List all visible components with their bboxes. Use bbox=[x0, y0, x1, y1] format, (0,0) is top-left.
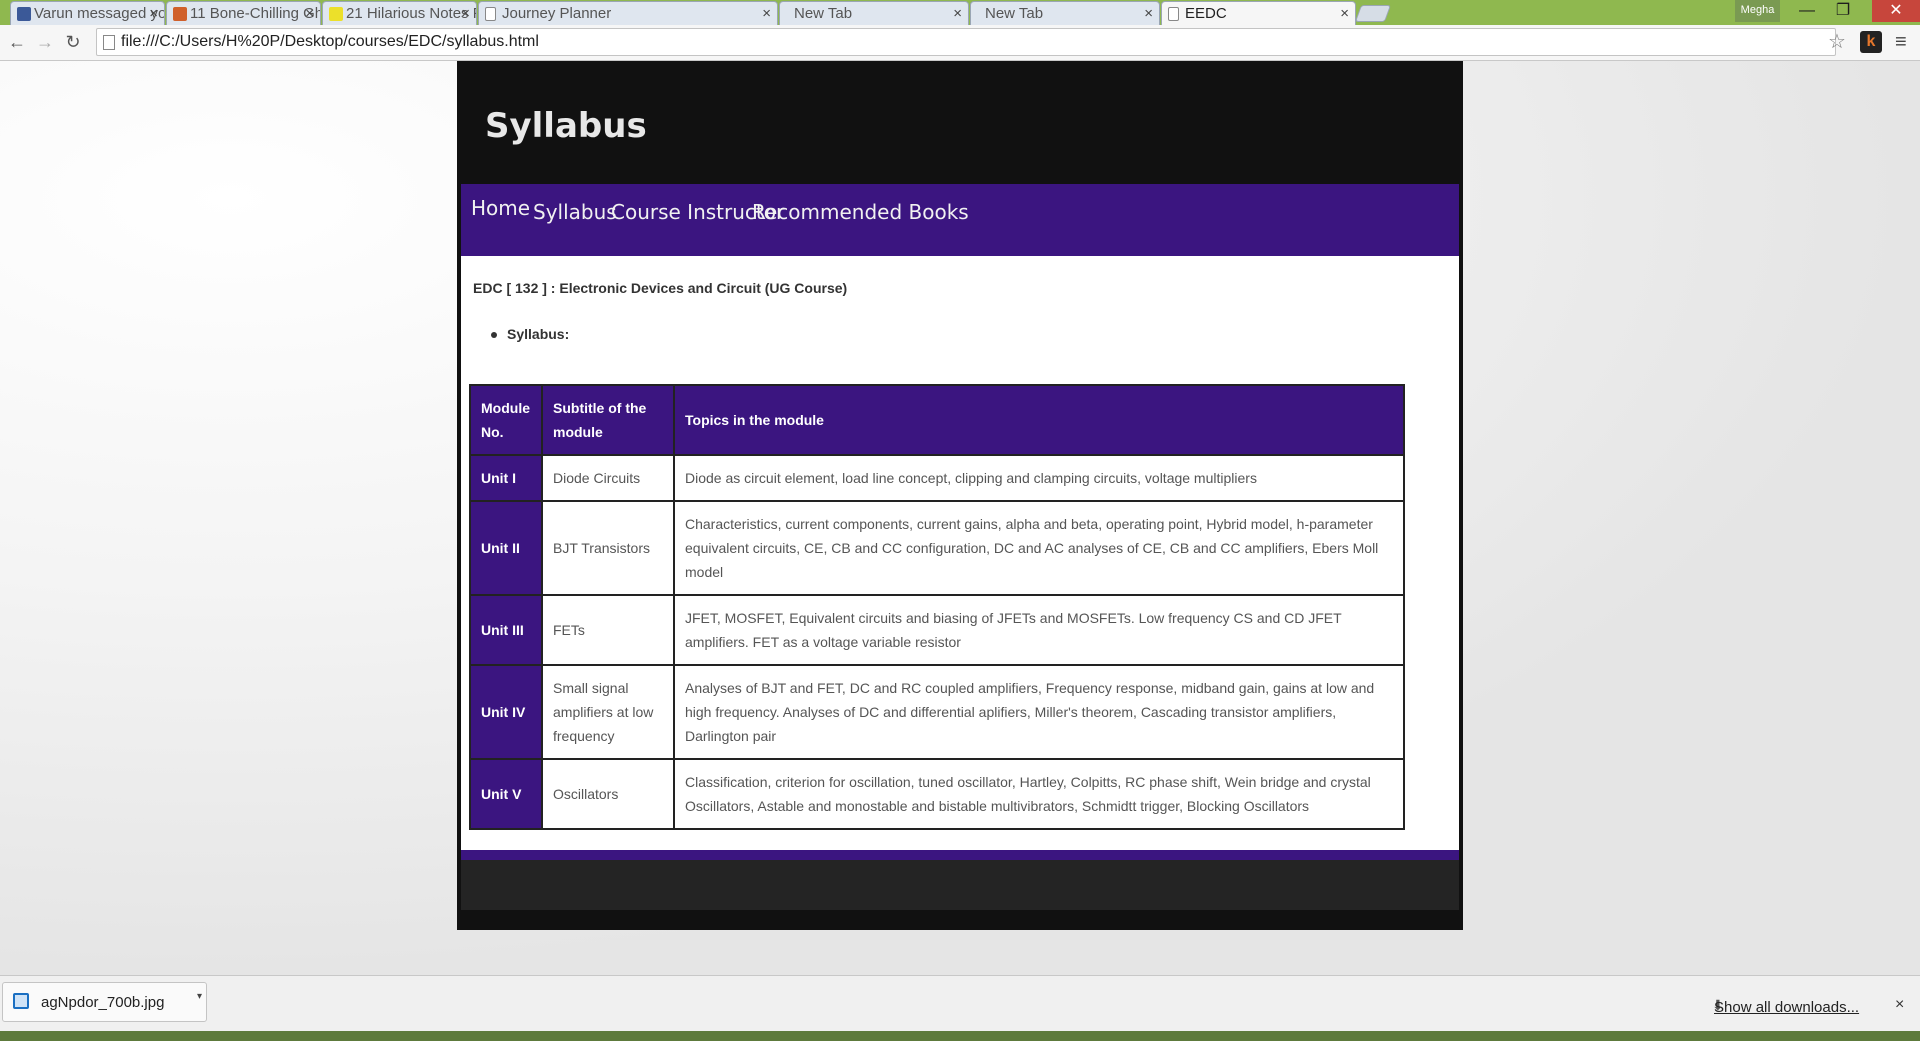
subtitle-cell: Small signal amplifiers at low frequency bbox=[541, 664, 675, 760]
list-item-label: Syllabus: bbox=[507, 326, 570, 342]
content-bottom-bar bbox=[461, 850, 1459, 860]
forward-arrow-icon[interactable]: → bbox=[34, 31, 56, 53]
tab-title: Varun messaged you bbox=[34, 5, 165, 22]
profile-badge[interactable]: Megha bbox=[1735, 0, 1780, 22]
tab-title: 11 Bone-Chilling Gho bbox=[190, 5, 321, 22]
topics-cell: Analyses of BJT and FET, DC and RC coupl… bbox=[673, 664, 1405, 760]
subtitle-cell: Oscillators bbox=[541, 758, 675, 830]
tab-title: 21 Hilarious Notes Fr bbox=[346, 5, 477, 22]
column-header: Topics in the module bbox=[673, 384, 1405, 456]
table-row: Unit II BJT Transistors Characteristics,… bbox=[469, 500, 1405, 596]
minimize-icon[interactable]: — bbox=[1790, 0, 1824, 22]
close-tab-icon[interactable]: × bbox=[1340, 5, 1349, 22]
module-no-cell: Unit I bbox=[469, 454, 543, 502]
site-title: Syllabus bbox=[485, 106, 647, 146]
module-no-cell: Unit IV bbox=[469, 664, 543, 760]
column-header: Module No. bbox=[469, 384, 543, 456]
site-favicon-icon bbox=[173, 7, 187, 21]
page-icon bbox=[1168, 7, 1179, 21]
new-tab-button[interactable] bbox=[1354, 5, 1392, 22]
facebook-icon bbox=[17, 7, 31, 21]
close-tab-icon[interactable]: × bbox=[953, 5, 962, 22]
tab-title: EEDC bbox=[1185, 5, 1227, 22]
browser-tab[interactable]: Varun messaged you × bbox=[10, 1, 165, 25]
table-row: Unit IV Small signal amplifiers at low f… bbox=[469, 664, 1405, 760]
site-footer bbox=[461, 860, 1459, 910]
nav-home[interactable]: Home bbox=[471, 196, 530, 220]
table-row: Unit III FETs JFET, MOSFET, Equivalent c… bbox=[469, 594, 1405, 666]
browser-tab[interactable]: 21 Hilarious Notes Fr × bbox=[322, 1, 477, 25]
nav-syllabus[interactable]: Syllabus bbox=[533, 200, 617, 224]
nav-recommended-books[interactable]: Recommended Books bbox=[752, 200, 969, 224]
module-no-cell: Unit II bbox=[469, 500, 543, 596]
topics-cell: Diode as circuit element, load line conc… bbox=[673, 454, 1405, 502]
list-item: Syllabus: bbox=[491, 326, 569, 342]
address-bar[interactable]: file:///C:/Users/H%20P/Desktop/courses/E… bbox=[96, 28, 1836, 56]
browser-tab[interactable]: Journey Planner × bbox=[478, 1, 778, 25]
browser-toolbar: ← → ↻ file:///C:/Users/H%20P/Desktop/cou… bbox=[0, 25, 1920, 61]
module-no-cell: Unit V bbox=[469, 758, 543, 830]
close-tab-icon[interactable]: × bbox=[305, 5, 314, 22]
column-header: Subtitle of the module bbox=[541, 384, 675, 456]
topics-cell: Characteristics, current components, cur… bbox=[673, 500, 1405, 596]
site-favicon-icon bbox=[329, 7, 343, 21]
download-file-name[interactable]: agNpdor_700b.jpg bbox=[41, 994, 164, 1011]
bookmark-star-icon[interactable]: ☆ bbox=[1828, 29, 1858, 54]
course-title: EDC [ 132 ] : Electronic Devices and Cir… bbox=[473, 280, 848, 296]
close-tab-icon[interactable]: × bbox=[461, 5, 470, 22]
bullet-icon bbox=[491, 332, 497, 339]
window-close-icon[interactable]: ✕ bbox=[1872, 0, 1920, 22]
close-tab-icon[interactable]: × bbox=[1144, 5, 1153, 22]
show-all-downloads-link[interactable]: Show all downloads... bbox=[1714, 999, 1859, 1016]
tab-strip: Varun messaged you × 11 Bone-Chilling Gh… bbox=[0, 0, 1920, 25]
tab-title: New Tab bbox=[985, 5, 1044, 22]
browser-tab-active[interactable]: EEDC × bbox=[1161, 1, 1356, 25]
menu-icon[interactable]: ≡ bbox=[1895, 31, 1907, 54]
download-bar: agNpdor_700b.jpg ▾ ⬇ Show all downloads.… bbox=[0, 975, 1920, 1031]
page-icon bbox=[485, 7, 496, 21]
reload-icon[interactable]: ↻ bbox=[62, 31, 84, 53]
url-text[interactable]: file:///C:/Users/H%20P/Desktop/courses/E… bbox=[121, 33, 539, 51]
restore-icon[interactable]: ❐ bbox=[1826, 0, 1860, 22]
module-no-cell: Unit III bbox=[469, 594, 543, 666]
browser-tab[interactable]: 11 Bone-Chilling Gho × bbox=[166, 1, 321, 25]
content-area: EDC [ 132 ] : Electronic Devices and Cir… bbox=[461, 256, 1459, 850]
table-row: Unit I Diode Circuits Diode as circuit e… bbox=[469, 454, 1405, 502]
table-header-row: Module No. Subtitle of the module Topics… bbox=[469, 384, 1405, 456]
subtitle-cell: FETs bbox=[541, 594, 675, 666]
browser-tab[interactable]: New Tab × bbox=[970, 1, 1160, 25]
tab-title: New Tab bbox=[794, 5, 853, 22]
close-tab-icon[interactable]: × bbox=[149, 5, 158, 22]
extension-icon[interactable]: k bbox=[1860, 31, 1882, 53]
image-file-icon bbox=[13, 993, 29, 1009]
chevron-down-icon[interactable]: ▾ bbox=[197, 991, 202, 1002]
table-row: Unit V Oscillators Classification, crite… bbox=[469, 758, 1405, 830]
topics-cell: JFET, MOSFET, Equivalent circuits and bi… bbox=[673, 594, 1405, 666]
download-item[interactable]: agNpdor_700b.jpg ▾ bbox=[2, 982, 207, 1022]
back-arrow-icon[interactable]: ← bbox=[6, 31, 28, 53]
close-tab-icon[interactable]: × bbox=[762, 5, 771, 22]
main-nav: Home Syllabus Course Instructor Recommen… bbox=[461, 184, 1459, 256]
close-download-bar-icon[interactable]: × bbox=[1895, 996, 1904, 1014]
page-viewport: Syllabus Home Syllabus Course Instructor… bbox=[0, 61, 1920, 975]
browser-tab[interactable]: New Tab × bbox=[779, 1, 969, 25]
site-header: Syllabus bbox=[457, 61, 1463, 184]
topics-cell: Classification, criterion for oscillatio… bbox=[673, 758, 1405, 830]
os-taskbar bbox=[0, 1031, 1920, 1041]
subtitle-cell: Diode Circuits bbox=[541, 454, 675, 502]
subtitle-cell: BJT Transistors bbox=[541, 500, 675, 596]
tab-title: Journey Planner bbox=[502, 5, 612, 22]
syllabus-table: Module No. Subtitle of the module Topics… bbox=[469, 384, 1405, 830]
page-icon bbox=[103, 35, 115, 50]
page-container: Syllabus Home Syllabus Course Instructor… bbox=[457, 61, 1463, 930]
